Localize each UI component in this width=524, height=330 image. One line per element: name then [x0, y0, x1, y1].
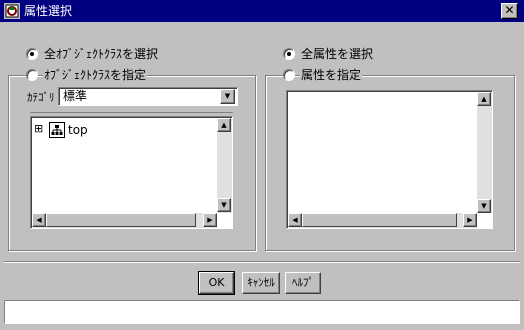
scroll-right-button[interactable]: ▶ — [203, 213, 217, 227]
radio-specify-object-classes[interactable] — [26, 69, 38, 81]
status-bar — [4, 300, 520, 324]
category-label: ｶﾃｺﾞﾘ — [26, 90, 56, 106]
close-icon: ✕ — [504, 3, 515, 17]
help-button[interactable]: ﾍﾙﾌﾟ — [285, 272, 321, 294]
attr-scroll-left-button[interactable]: ◀ — [288, 213, 302, 227]
radio-all-attributes-label: 全属性を選択 — [300, 46, 375, 62]
window-title: 属性選択 — [24, 4, 73, 18]
cancel-button[interactable]: ｷｬﾝｾﾙ — [242, 272, 280, 294]
arrow-left-icon: ◀ — [292, 216, 298, 224]
attr-horizontal-scroll-thumb[interactable] — [302, 213, 457, 227]
hierarchy-icon — [49, 122, 65, 138]
radio-specify-attributes-label: 属性を指定 — [300, 67, 363, 83]
radio-all-attributes[interactable] — [283, 48, 295, 60]
radio-all-object-classes[interactable] — [26, 48, 38, 60]
scroll-left-button[interactable]: ◀ — [32, 213, 46, 227]
arrow-right-icon: ▶ — [207, 216, 213, 224]
tree-horizontal-scrollbar[interactable]: ◀ ▶ — [32, 213, 217, 228]
horizontal-scroll-thumb[interactable] — [46, 213, 196, 227]
attribute-list[interactable]: ▲ ▼ ◀ ▶ — [286, 90, 493, 229]
scroll-down-button[interactable]: ▼ — [217, 198, 231, 212]
scroll-up-button[interactable]: ▲ — [217, 118, 231, 132]
radio-all-object-classes-label: 全ｵﾌﾞｼﾞｪｸﾄｸﾗｽを選択 — [43, 46, 160, 62]
attribute-vertical-scrollbar[interactable]: ▲ ▼ — [477, 92, 492, 213]
arrow-down-icon: ▼ — [221, 201, 227, 209]
radio-specify-object-classes-label: ｵﾌﾞｼﾞｪｸﾄｸﾗｽを指定 — [43, 67, 148, 83]
attr-scroll-down-button[interactable]: ▼ — [477, 199, 491, 213]
arrow-right-icon: ▶ — [467, 216, 473, 224]
app-icon — [4, 3, 20, 19]
category-select[interactable]: 標準 ▼ — [58, 87, 238, 106]
close-button[interactable]: ✕ — [501, 3, 518, 19]
arrow-up-icon: ▲ — [481, 95, 487, 103]
arrow-up-icon: ▲ — [221, 121, 227, 129]
tree-item-top[interactable]: top — [68, 122, 88, 138]
category-dropdown-button[interactable]: ▼ — [220, 89, 235, 104]
tree-expand-icon[interactable]: ⊞ — [34, 123, 43, 135]
attribute-horizontal-scrollbar[interactable]: ◀ ▶ — [288, 213, 477, 228]
radio-specify-attributes[interactable] — [283, 69, 295, 81]
title-bar[interactable]: 属性選択 ✕ — [0, 0, 524, 22]
arrow-down-icon: ▼ — [481, 202, 487, 210]
chevron-down-icon: ▼ — [224, 92, 231, 100]
arrow-left-icon: ◀ — [36, 216, 42, 224]
separator — [4, 261, 520, 263]
category-value: 標準 — [63, 89, 88, 103]
tree-vertical-scrollbar[interactable]: ▲ ▼ — [217, 118, 232, 213]
attr-scroll-up-button[interactable]: ▲ — [477, 92, 491, 106]
object-class-tree[interactable]: ⊞ top ▲ ▼ ◀ ▶ — [30, 116, 233, 229]
attr-scroll-right-button[interactable]: ▶ — [463, 213, 477, 227]
ok-button[interactable]: OK — [198, 271, 235, 295]
